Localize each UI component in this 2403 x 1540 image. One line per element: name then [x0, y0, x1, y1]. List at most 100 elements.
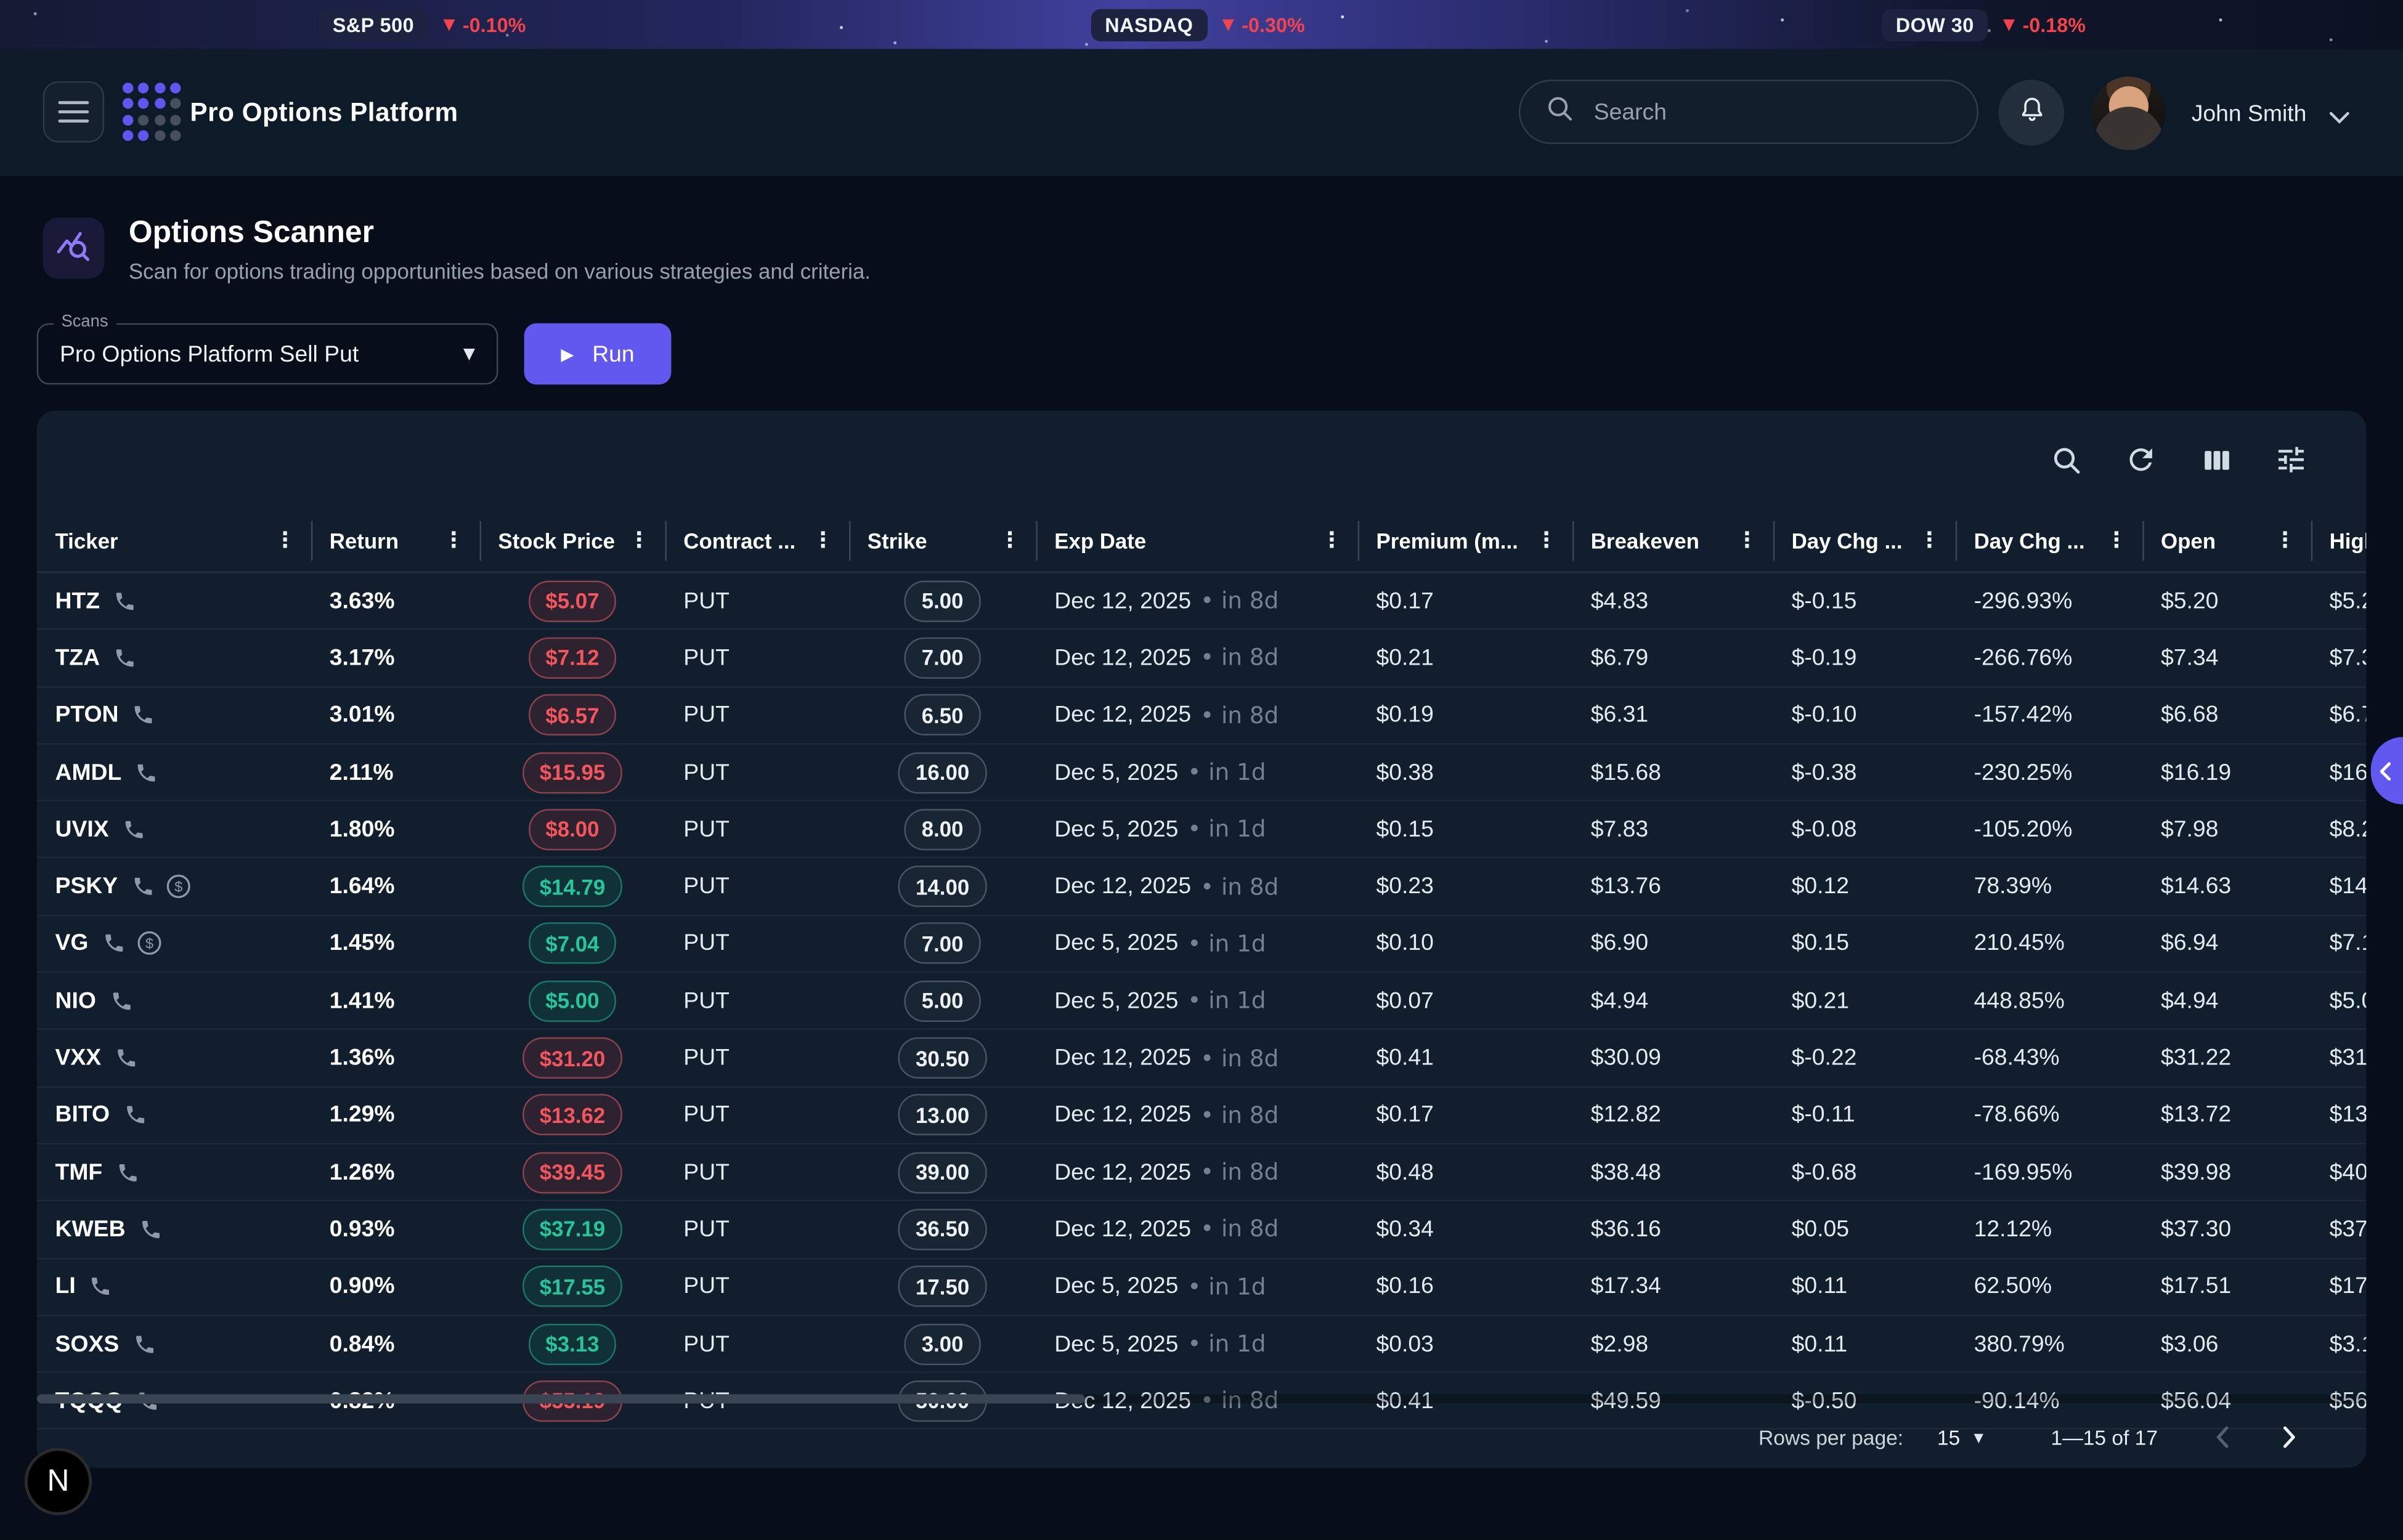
rows-per-page-select[interactable]: 15 ▼ [1937, 1425, 1983, 1448]
cell-return: 1.41% [311, 988, 480, 1014]
table-row[interactable]: VG$1.45%$7.04PUT7.00Dec 5, 2025• in 1d$0… [37, 916, 2367, 973]
table-row[interactable]: PTON3.01%$6.57PUT6.50Dec 12, 2025• in 8d… [37, 687, 2367, 745]
cell-ticker: VXX [37, 1045, 311, 1071]
search-box[interactable] [1519, 79, 1978, 144]
select-caret-icon: ▼ [463, 346, 475, 363]
cell-high: $14 [2311, 873, 2367, 899]
phone-icon[interactable] [139, 1218, 162, 1241]
phone-icon[interactable] [115, 1047, 138, 1069]
strike-badge: 5.00 [905, 580, 980, 622]
table-row[interactable]: HTZ3.63%$5.07PUT5.00Dec 12, 2025• in 8d$… [37, 573, 2367, 630]
search-input[interactable] [1591, 97, 1953, 126]
column-header[interactable]: Stock Price⋮ [480, 510, 665, 571]
market-ticker-bar: S&P 500 ▼-0.10% NASDAQ ▼-0.30% DOW 30 ▼-… [0, 0, 2403, 49]
refresh-icon[interactable] [2124, 443, 2158, 477]
menu-button[interactable] [43, 81, 104, 142]
cell-stock-price: $6.57 [480, 694, 665, 736]
dollar-circle-icon[interactable]: $ [136, 931, 162, 957]
column-header[interactable]: Open⋮ [2142, 510, 2311, 571]
table-row[interactable]: TMF1.26%$39.45PUT39.00Dec 12, 2025• in 8… [37, 1145, 2367, 1202]
scans-select[interactable]: Scans Pro Options Platform Sell Put ▼ [37, 323, 498, 384]
phone-icon[interactable] [132, 875, 155, 898]
phone-icon[interactable] [110, 989, 132, 1012]
phone-icon[interactable] [133, 1332, 156, 1355]
next-page-button[interactable] [2262, 1411, 2314, 1464]
dev-badge[interactable]: N [25, 1448, 92, 1515]
notifications-button[interactable] [1998, 79, 2064, 145]
table-row[interactable]: VXX1.36%$31.20PUT30.50Dec 12, 2025• in 8… [37, 1030, 2367, 1087]
strike-badge: 30.50 [899, 1037, 986, 1079]
table-row[interactable]: NIO1.41%$5.00PUT5.00Dec 5, 2025• in 1d$0… [37, 973, 2367, 1031]
column-header[interactable]: Day Chg ...⋮ [1773, 510, 1956, 571]
exp-relative: • in 1d [1187, 1273, 1266, 1300]
column-header[interactable]: Breakeven⋮ [1572, 510, 1773, 571]
phone-icon[interactable] [132, 703, 155, 726]
cell-open: $7.34 [2142, 645, 2311, 671]
columns-icon[interactable] [2199, 443, 2233, 477]
kebab-menu-icon[interactable]: ⋮ [1919, 529, 1940, 553]
chevron-down-icon[interactable] [2330, 104, 2349, 132]
cell-premium: $0.48 [1358, 1159, 1572, 1185]
user-name[interactable]: John Smith [2192, 86, 2307, 141]
table-row[interactable]: BITO1.29%$13.62PUT13.00Dec 12, 2025• in … [37, 1087, 2367, 1145]
cell-premium: $0.15 [1358, 816, 1572, 842]
cell-high: $17. [2311, 1273, 2367, 1299]
kebab-menu-icon[interactable]: ⋮ [812, 529, 834, 553]
price-badge: $15.95 [522, 752, 622, 793]
table-search-button[interactable] [2049, 443, 2083, 477]
column-header[interactable]: Premium (m...⋮ [1358, 510, 1572, 571]
phone-icon[interactable] [113, 646, 136, 669]
kebab-menu-icon[interactable]: ⋮ [1535, 529, 1557, 553]
kebab-menu-icon[interactable]: ⋮ [2105, 529, 2127, 553]
price-badge: $8.00 [529, 809, 616, 850]
phone-icon[interactable] [136, 761, 158, 784]
kebab-menu-icon[interactable]: ⋮ [2274, 529, 2296, 553]
avatar[interactable] [2092, 76, 2165, 150]
kebab-menu-icon[interactable]: ⋮ [443, 529, 465, 553]
cell-breakeven: $17.34 [1572, 1273, 1773, 1299]
table-row[interactable]: LI0.90%$17.55PUT17.50Dec 5, 2025• in 1d$… [37, 1258, 2367, 1316]
column-header[interactable]: Contract ...⋮ [665, 510, 848, 571]
column-header[interactable]: Day Chg ...⋮ [1956, 510, 2142, 571]
table-row[interactable]: AMDL2.11%$15.95PUT16.00Dec 5, 2025• in 1… [37, 745, 2367, 802]
column-header[interactable]: Ticker⋮ [37, 510, 311, 571]
column-header[interactable]: Strike⋮ [849, 510, 1036, 571]
cell-stock-price: $31.20 [480, 1037, 665, 1079]
cell-breakeven: $7.83 [1572, 816, 1773, 842]
cell-high: $8.2 [2311, 816, 2367, 842]
phone-icon[interactable] [116, 1161, 139, 1183]
run-button[interactable]: ▶ Run [524, 323, 672, 384]
table-row[interactable]: TZA3.17%$7.12PUT7.00Dec 12, 2025• in 8d$… [37, 630, 2367, 687]
side-panel-toggle[interactable] [2371, 737, 2403, 804]
table-row[interactable]: PSKY$1.64%$14.79PUT14.00Dec 12, 2025• in… [37, 859, 2367, 916]
cell-stock-price: $14.79 [480, 866, 665, 907]
cell-premium: $0.17 [1358, 588, 1572, 614]
cell-day-chg-pct: -105.20% [1956, 816, 2142, 842]
strike-badge: 36.50 [899, 1209, 986, 1250]
exp-relative: • in 1d [1187, 816, 1266, 843]
kebab-menu-icon[interactable]: ⋮ [628, 529, 650, 553]
cell-open: $5.20 [2142, 588, 2311, 614]
phone-icon[interactable] [123, 818, 145, 841]
cell-strike: 36.50 [849, 1209, 1036, 1250]
cell-contract: PUT [665, 1331, 848, 1356]
dollar-circle-icon[interactable]: $ [165, 873, 191, 899]
kebab-menu-icon[interactable]: ⋮ [999, 529, 1021, 553]
table-row[interactable]: KWEB0.93%$37.19PUT36.50Dec 12, 2025• in … [37, 1202, 2367, 1259]
table-row[interactable]: SOXS0.84%$3.13PUT3.00Dec 5, 2025• in 1d$… [37, 1316, 2367, 1373]
cell-contract: PUT [665, 816, 848, 842]
previous-page-button[interactable] [2198, 1411, 2250, 1464]
kebab-menu-icon[interactable]: ⋮ [1736, 529, 1758, 553]
kebab-menu-icon[interactable]: ⋮ [1321, 529, 1343, 553]
column-header[interactable]: High⋮ [2311, 510, 2367, 571]
table-row[interactable]: UVIX1.80%$8.00PUT8.00Dec 5, 2025• in 1d$… [37, 801, 2367, 859]
phone-icon[interactable] [102, 932, 125, 955]
phone-icon[interactable] [89, 1275, 112, 1298]
horizontal-scrollbar-thumb[interactable] [37, 1394, 1085, 1403]
filter-tune-icon[interactable] [2274, 443, 2308, 477]
kebab-menu-icon[interactable]: ⋮ [274, 529, 296, 553]
phone-icon[interactable] [123, 1104, 146, 1127]
column-header[interactable]: Return⋮ [311, 510, 480, 571]
phone-icon[interactable] [113, 590, 136, 612]
column-header[interactable]: Exp Date⋮ [1036, 510, 1357, 571]
